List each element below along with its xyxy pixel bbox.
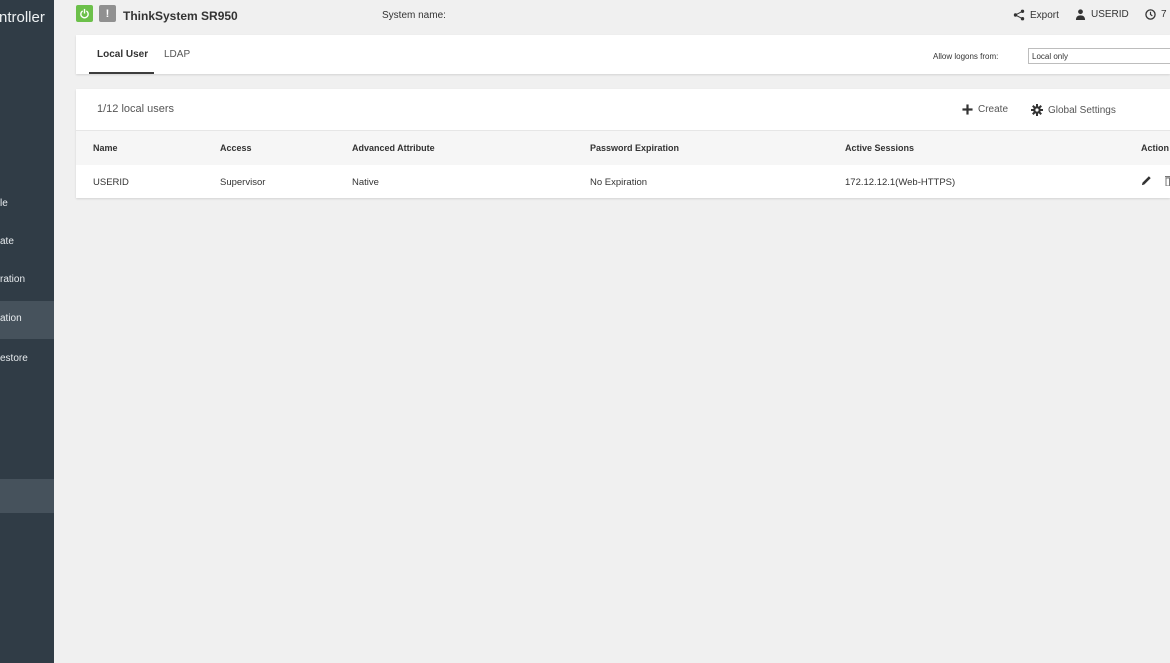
active-tab-indicator — [89, 72, 154, 74]
sidebar-item-label: estore — [0, 353, 28, 364]
sidebar-item-5[interactable]: estore — [0, 350, 54, 370]
user-count: 1/12 local users — [97, 103, 175, 115]
allow-logons-label: Allow logons from: — [933, 52, 999, 61]
power-icon — [80, 8, 89, 19]
column-header-name[interactable]: Name — [93, 143, 118, 153]
user-icon — [1075, 9, 1086, 20]
users-card: 1/12 local users Create Global Settings … — [76, 89, 1170, 198]
sidebar-item-2[interactable]: ate — [0, 233, 54, 253]
cell-password-expiration: No Expiration — [590, 177, 648, 188]
system-name-label: System name: — [382, 10, 446, 21]
user-menu[interactable]: USERID — [1075, 9, 1129, 20]
export-button[interactable]: Export — [1013, 9, 1059, 21]
cell-advanced-attribute: Native — [352, 177, 379, 188]
user-label: USERID — [1091, 9, 1129, 20]
time-label: 7 — [1161, 9, 1167, 20]
table-header: Name Access Advanced Attribute Password … — [76, 130, 1170, 166]
server-model: ThinkSystem SR950 — [123, 9, 238, 23]
power-button[interactable] — [76, 5, 93, 22]
sidebar-item-label: ration — [0, 274, 26, 285]
column-header-action: Action — [1141, 143, 1169, 153]
sidebar-brand: ntroller — [0, 9, 45, 26]
sidebar-item-label: le — [0, 198, 8, 209]
table-row[interactable]: USERID Supervisor Native No Expiration 1… — [76, 165, 1170, 198]
gear-icon — [1031, 104, 1043, 116]
sidebar-item-label: ation — [0, 313, 22, 324]
column-header-access[interactable]: Access — [220, 143, 252, 153]
plus-icon — [962, 104, 973, 115]
tab-local-user[interactable]: Local User — [97, 49, 148, 60]
column-header-password-expiration[interactable]: Password Expiration — [590, 143, 679, 153]
sidebar-item-highlight[interactable] — [0, 479, 54, 513]
global-settings-label: Global Settings — [1048, 104, 1116, 116]
sidebar-item-4[interactable]: ation — [0, 301, 54, 339]
warning-button[interactable]: ! — [99, 5, 116, 22]
allow-logons-select[interactable]: Local only — [1028, 48, 1170, 64]
edit-icon[interactable] — [1141, 175, 1152, 186]
sidebar-item-1[interactable]: le — [0, 195, 54, 215]
column-header-advanced-attribute[interactable]: Advanced Attribute — [352, 143, 435, 153]
tab-ldap[interactable]: LDAP — [164, 49, 190, 60]
clock-icon — [1145, 9, 1156, 20]
create-button[interactable]: Create — [962, 104, 1008, 115]
column-header-active-sessions[interactable]: Active Sessions — [845, 143, 914, 153]
sidebar-item-3[interactable]: ration — [0, 271, 54, 291]
delete-icon[interactable] — [1165, 175, 1170, 186]
warning-icon: ! — [105, 7, 110, 20]
create-label: Create — [978, 104, 1009, 115]
tabs-card: Local User LDAP Allow logons from: Local… — [76, 35, 1170, 74]
sidebar-item-label: ate — [0, 236, 14, 247]
share-icon — [1013, 9, 1025, 21]
cell-active-sessions: 172.12.12.1(Web-HTTPS) — [845, 177, 956, 188]
time-indicator[interactable]: 7 — [1145, 9, 1167, 20]
allow-logons-value: Local only — [1032, 52, 1069, 61]
export-label: Export — [1030, 9, 1059, 21]
cell-access: Supervisor — [220, 177, 266, 188]
global-settings-button[interactable]: Global Settings — [1031, 104, 1116, 116]
top-header: ! ThinkSystem SR950 System name: Export … — [54, 0, 1170, 34]
cell-name: USERID — [93, 177, 129, 188]
sidebar: ntroller le ate ration ation estore — [0, 0, 54, 663]
